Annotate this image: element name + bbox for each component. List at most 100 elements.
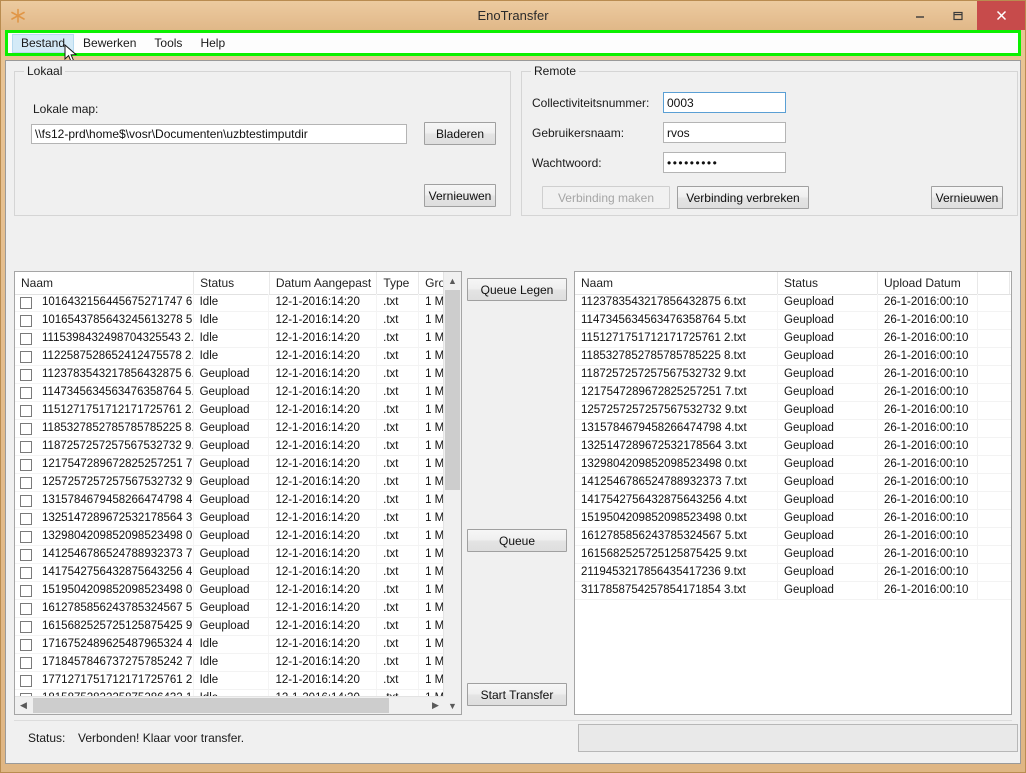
- queue-button[interactable]: Queue: [467, 529, 567, 552]
- row-checkbox[interactable]: [20, 584, 32, 597]
- menu-item-bewerken[interactable]: Bewerken: [74, 34, 145, 53]
- table-row[interactable]: 1315784679458266474798 4.txt Geupload 26-1…: [575, 420, 1011, 438]
- table-row[interactable]: 1329804209852098523498 0.... Geupload 12-1…: [15, 528, 461, 546]
- table-row[interactable]: 1122587528652412475578 2.... Idle 12-1-201…: [15, 348, 461, 366]
- table-row[interactable]: 1123783543217856432875 6.txt Geupload 26-1…: [575, 294, 1011, 312]
- remote-column-header-extra[interactable]: [978, 272, 1010, 294]
- connect-button[interactable]: Verbinding maken: [542, 186, 670, 209]
- scroll-right-icon[interactable]: ▶: [427, 697, 444, 714]
- row-checkbox[interactable]: [20, 296, 32, 309]
- row-checkbox[interactable]: [20, 530, 32, 543]
- table-row[interactable]: 1417542756432875643256 4.txt Geupload 26-1…: [575, 492, 1011, 510]
- row-checkbox[interactable]: [20, 314, 32, 327]
- scroll-left-icon[interactable]: ◀: [15, 697, 32, 714]
- local-hscroll-thumb[interactable]: [33, 698, 389, 713]
- table-row[interactable]: 2119453217856435417236 9.txt Geupload 26-1…: [575, 564, 1011, 582]
- table-row[interactable]: 1257257257257567532732 9.txt Geupload 26-1…: [575, 402, 1011, 420]
- remote-column-header-upload-datum[interactable]: Upload Datum: [878, 272, 978, 294]
- disconnect-button[interactable]: Verbinding verbreken: [677, 186, 809, 209]
- table-row[interactable]: 1151271751712171725761 2.... Geupload 12-1…: [15, 402, 461, 420]
- local-refresh-button[interactable]: Vernieuwen: [424, 184, 496, 207]
- table-row[interactable]: 1718457846737275785242 7.... Idle 12-1-201…: [15, 654, 461, 672]
- scroll-down-icon[interactable]: ▼: [444, 697, 461, 714]
- row-checkbox[interactable]: [20, 350, 32, 363]
- remote-column-header-naam[interactable]: Naam: [575, 272, 778, 294]
- scroll-up-icon[interactable]: ▲: [444, 272, 461, 289]
- row-checkbox[interactable]: [20, 404, 32, 417]
- row-checkbox[interactable]: [20, 548, 32, 561]
- table-row[interactable]: 1147345634563476358764 5.txt Geupload 26-1…: [575, 312, 1011, 330]
- table-row[interactable]: 1217547289672825257251 7.... Geupload 12-1…: [15, 456, 461, 474]
- row-checkbox[interactable]: [20, 566, 32, 579]
- local-file-list[interactable]: Naam Status Datum Aangepast Type Gro 101…: [14, 271, 462, 715]
- table-row[interactable]: 1325147289672532178564 3.txt Geupload 26-1…: [575, 438, 1011, 456]
- column-header-status[interactable]: Status: [194, 272, 270, 294]
- remote-file-list[interactable]: Naam Status Upload Datum 112378354321785…: [574, 271, 1012, 715]
- password-input[interactable]: [663, 152, 786, 173]
- table-row[interactable]: 1016432156445675271747 6.... Idle 12-1-201…: [15, 294, 461, 312]
- cell-status: Geupload: [778, 312, 878, 329]
- table-row[interactable]: 1123783543217856432875 6.... Geupload 12-1…: [15, 366, 461, 384]
- table-row[interactable]: 1185327852785785785225 8.txt Geupload 26-1…: [575, 348, 1011, 366]
- start-transfer-button[interactable]: Start Transfer: [467, 683, 567, 706]
- table-row[interactable]: 1151271751712171725761 2.txt Geupload 26-1…: [575, 330, 1011, 348]
- row-checkbox[interactable]: [20, 440, 32, 453]
- row-checkbox[interactable]: [20, 368, 32, 381]
- table-row[interactable]: 1615682525725125875425 9.txt Geupload 26-1…: [575, 546, 1011, 564]
- row-checkbox[interactable]: [20, 458, 32, 471]
- table-row[interactable]: 1612785856243785324567 5.txt Geupload 26-1…: [575, 528, 1011, 546]
- row-checkbox[interactable]: [20, 494, 32, 507]
- row-checkbox[interactable]: [20, 638, 32, 651]
- row-checkbox[interactable]: [20, 620, 32, 633]
- browse-button[interactable]: Bladeren: [424, 122, 496, 145]
- table-row[interactable]: 1329804209852098523498 0.txt Geupload 26-1…: [575, 456, 1011, 474]
- menu-item-tools[interactable]: Tools: [145, 34, 191, 53]
- table-row[interactable]: 1412546786524788932373 7.... Geupload 12-1…: [15, 546, 461, 564]
- table-row[interactable]: 1115398432498704325543 2.... Idle 12-1-201…: [15, 330, 461, 348]
- maximize-button[interactable]: [939, 1, 977, 30]
- remote-refresh-button[interactable]: Vernieuwen: [931, 186, 1003, 209]
- column-header-naam[interactable]: Naam: [15, 272, 195, 294]
- row-checkbox[interactable]: [20, 332, 32, 345]
- row-checkbox[interactable]: [20, 602, 32, 615]
- row-checkbox[interactable]: [20, 476, 32, 489]
- table-row[interactable]: 1716752489625487965324 4.... Idle 12-1-201…: [15, 636, 461, 654]
- table-row[interactable]: 1417542756432875643256 4.... Geupload 12-1…: [15, 564, 461, 582]
- row-checkbox[interactable]: [20, 386, 32, 399]
- local-vertical-scrollbar[interactable]: ▲ ▼: [443, 272, 461, 714]
- table-row[interactable]: 1315784679458266474798 4.... Geupload 12-1…: [15, 492, 461, 510]
- row-checkbox[interactable]: [20, 674, 32, 687]
- table-row[interactable]: 1185327852785785785225 8.... Geupload 12-1…: [15, 420, 461, 438]
- table-row[interactable]: 1771271751712171725761 2.... Idle 12-1-201…: [15, 672, 461, 690]
- table-row[interactable]: 1187257257257567532732 9.txt Geupload 26-1…: [575, 366, 1011, 384]
- table-row[interactable]: 1615682525725125875425 9.... Geupload 12-1…: [15, 618, 461, 636]
- table-row[interactable]: 1257257257257567532732 9.... Geupload 12-1…: [15, 474, 461, 492]
- row-checkbox[interactable]: [20, 512, 32, 525]
- table-row[interactable]: 1016543785643245613278 5.... Idle 12-1-201…: [15, 312, 461, 330]
- cell-naam: 1315784679458266474798 4....: [36, 492, 194, 509]
- local-folder-input[interactable]: [31, 124, 407, 144]
- queue-clear-button[interactable]: Queue Legen: [467, 278, 567, 301]
- local-horizontal-scrollbar[interactable]: ◀ ▶: [15, 696, 444, 714]
- row-checkbox[interactable]: [20, 656, 32, 669]
- menu-item-help[interactable]: Help: [191, 34, 234, 53]
- table-row[interactable]: 1217547289672825257251 7.txt Geupload 26-1…: [575, 384, 1011, 402]
- table-row[interactable]: 1325147289672532178564 3.... Geupload 12-1…: [15, 510, 461, 528]
- table-row[interactable]: 3117858754257854171854 3.txt Geupload 26-1…: [575, 582, 1011, 600]
- table-row[interactable]: 1612785856243785324567 5.... Geupload 12-1…: [15, 600, 461, 618]
- username-input[interactable]: [663, 122, 786, 143]
- table-row[interactable]: 1412546786524788932373 7.txt Geupload 26-1…: [575, 474, 1011, 492]
- column-header-type[interactable]: Type: [377, 272, 420, 294]
- collectivity-input[interactable]: [663, 92, 786, 113]
- column-header-datum[interactable]: Datum Aangepast: [270, 272, 378, 294]
- remote-column-header-status[interactable]: Status: [778, 272, 878, 294]
- table-row[interactable]: 1519504209852098523498 0.... Geupload 12-1…: [15, 582, 461, 600]
- minimize-button[interactable]: [901, 1, 939, 30]
- table-row[interactable]: 1187257257257567532732 9.... Geupload 12-1…: [15, 438, 461, 456]
- row-checkbox[interactable]: [20, 422, 32, 435]
- local-vscroll-thumb[interactable]: [445, 290, 460, 490]
- table-row[interactable]: 1519504209852098523498 0.txt Geupload 26-1…: [575, 510, 1011, 528]
- close-button[interactable]: [977, 1, 1025, 30]
- table-row[interactable]: 1147345634563476358764 5.... Geupload 12-1…: [15, 384, 461, 402]
- menu-item-bestand[interactable]: Bestand: [12, 33, 75, 53]
